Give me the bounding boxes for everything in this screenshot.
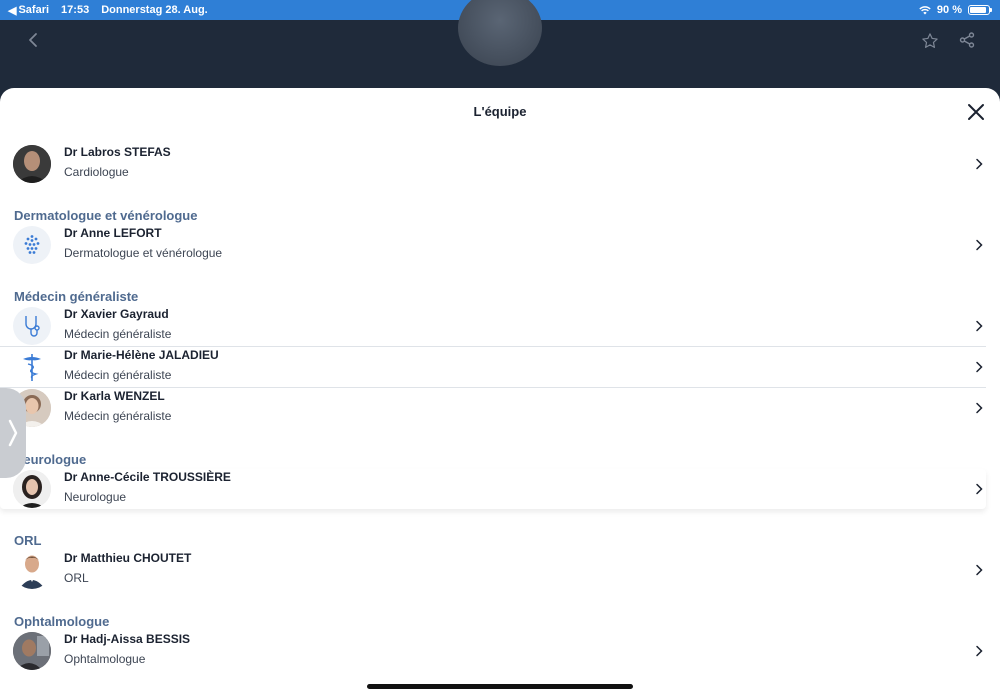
back-app-label: Safari — [18, 4, 50, 16]
member-specialty: Médecin généraliste — [64, 368, 172, 382]
section-title-orl: ORL — [14, 533, 42, 548]
star-icon[interactable] — [921, 32, 939, 50]
member-specialty: ORL — [64, 571, 89, 585]
member-specialty: Ophtalmologue — [64, 652, 146, 666]
team-member-row[interactable]: Dr Hadj-Aissa BESSIS Ophtalmologue — [0, 631, 986, 671]
member-name: Dr Matthieu CHOUTET — [64, 551, 192, 565]
member-specialty: Cardiologue — [64, 165, 129, 179]
status-time: 17:53 — [61, 4, 90, 16]
member-name: Dr Hadj-Aissa BESSIS — [64, 632, 191, 646]
chevron-right-icon — [976, 361, 983, 373]
person-photo — [13, 632, 51, 670]
team-sheet: L'équipe Dr Labros STEFAS Cardiologue De… — [0, 88, 1000, 695]
dots-placeholder-icon — [24, 235, 40, 254]
chevron-right-icon — [976, 645, 983, 657]
member-name: Dr Labros STEFAS — [64, 145, 171, 159]
avatar — [13, 307, 51, 345]
avatar — [13, 348, 51, 386]
team-member-row[interactable]: Dr Karla WENZEL Médecin généraliste — [0, 387, 986, 427]
member-specialty: Médecin généraliste — [64, 327, 172, 341]
member-specialty: Neurologue — [64, 490, 127, 504]
team-member-row[interactable]: Dr Anne-Cécile TROUSSIÈRE Neurologue — [0, 469, 986, 509]
section-title-ophtalmologue: Ophtalmologue — [14, 614, 110, 629]
member-specialty: Médecin généraliste — [64, 409, 172, 423]
sheet-title: L'équipe — [473, 104, 527, 119]
home-indicator[interactable] — [367, 684, 633, 689]
chevron-right-icon — [976, 158, 983, 170]
avatar — [13, 632, 51, 670]
member-name: Dr Karla WENZEL — [64, 389, 165, 403]
team-member-row[interactable]: Dr Marie-Hélène JALADIEU Médecin général… — [0, 346, 986, 386]
battery-percent: 90 % — [936, 4, 962, 16]
team-member-row[interactable]: Dr Labros STEFAS Cardiologue — [0, 144, 986, 184]
chevron-right-icon — [976, 239, 983, 251]
battery-icon — [968, 5, 992, 15]
team-member-row[interactable]: Dr Anne LEFORT Dermatologue et vénérolog… — [0, 225, 986, 265]
chevron-right-icon — [976, 564, 983, 576]
avatar — [13, 551, 51, 589]
person-photo — [13, 551, 51, 589]
avatar — [13, 226, 51, 264]
back-triangle-icon: ◀ — [8, 4, 17, 17]
person-photo — [13, 145, 51, 183]
profile-photo — [458, 0, 542, 66]
chevron-right-icon — [976, 402, 983, 414]
member-specialty: Dermatologue et vénérologue — [64, 246, 223, 260]
member-name: Dr Anne-Cécile TROUSSIÈRE — [64, 470, 231, 484]
section-title-generaliste: Médecin généraliste — [14, 289, 139, 304]
team-member-row[interactable]: Dr Xavier Gayraud Médecin généraliste — [0, 306, 986, 346]
caduceus-icon — [23, 354, 41, 381]
avatar — [13, 145, 51, 183]
member-name: Dr Anne LEFORT — [64, 226, 162, 240]
status-date: Donnerstag 28. Aug. — [101, 4, 208, 16]
person-photo — [13, 470, 51, 508]
close-icon[interactable] — [966, 102, 986, 122]
section-title-dermatologue: Dermatologue et vénérologue — [14, 208, 198, 223]
chevron-right-icon — [976, 483, 983, 495]
stethoscope-icon — [25, 316, 40, 337]
member-name: Dr Marie-Hélène JALADIEU — [64, 348, 219, 362]
avatar — [13, 470, 51, 508]
slide-over-handle[interactable] — [0, 388, 26, 478]
chevron-right-icon — [8, 419, 18, 447]
share-icon[interactable] — [959, 32, 975, 48]
chevron-right-icon — [976, 320, 983, 332]
wifi-icon — [919, 6, 931, 15]
back-chevron-icon[interactable] — [28, 32, 38, 48]
back-to-app-link[interactable]: ◀ Safari — [8, 4, 49, 17]
member-name: Dr Xavier Gayraud — [64, 307, 169, 321]
team-member-row[interactable]: Dr Matthieu CHOUTET ORL — [0, 550, 986, 590]
